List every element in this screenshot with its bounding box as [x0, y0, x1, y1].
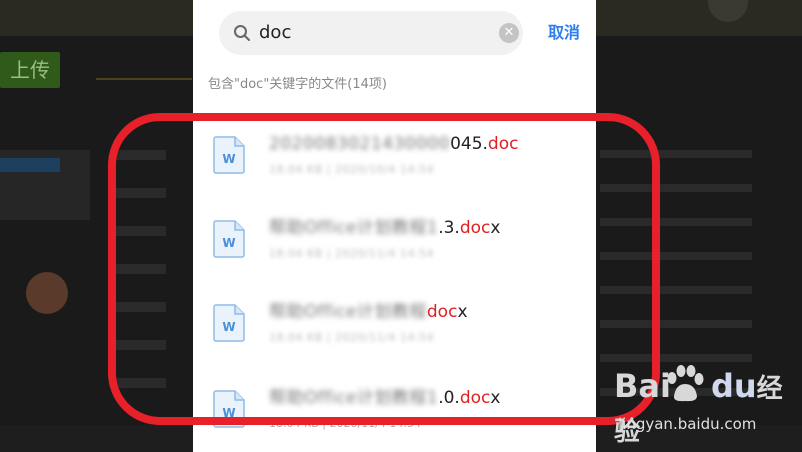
watermark: Bai du经验 jingyan.baidu.com	[604, 362, 794, 447]
clear-search-icon[interactable]: ✕	[499, 23, 519, 43]
search-box[interactable]: ✕	[219, 11, 523, 55]
background-upload-button: 上传	[0, 52, 60, 88]
watermark-url: jingyan.baidu.com	[618, 415, 757, 433]
paw-icon	[667, 365, 704, 402]
cancel-button[interactable]: 取消	[548, 21, 580, 45]
background-left-panel	[0, 150, 90, 220]
result-summary: 包含"doc"关键字的文件(14项)	[208, 77, 387, 92]
annotation-highlight-ring	[108, 113, 660, 425]
background-user-avatar	[26, 272, 68, 314]
search-input[interactable]	[259, 11, 479, 55]
search-icon	[234, 25, 250, 41]
background-link	[96, 64, 192, 80]
